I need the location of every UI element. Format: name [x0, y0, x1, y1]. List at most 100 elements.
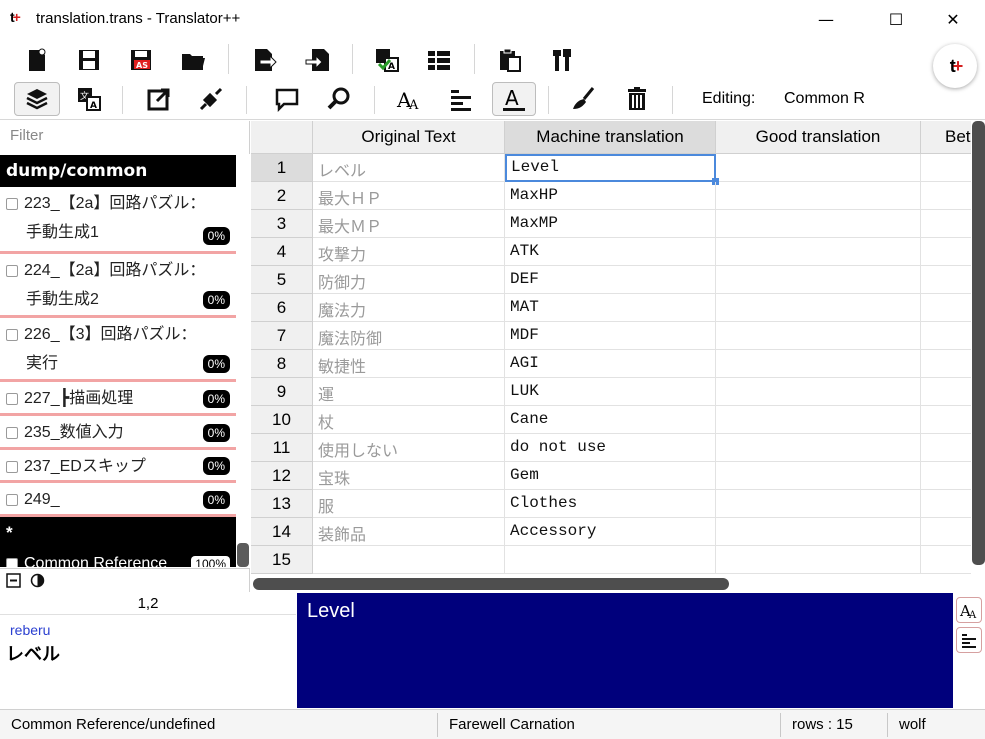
column-header-better[interactable]: Bet: [921, 121, 971, 154]
cell-machine-translation[interactable]: [505, 546, 716, 574]
text-color-icon[interactable]: A: [492, 82, 536, 116]
collapse-icon[interactable]: [6, 573, 21, 591]
row-header[interactable]: 1: [251, 154, 313, 182]
cell-machine-translation[interactable]: MAT: [505, 294, 716, 322]
font-size-icon[interactable]: AA: [956, 597, 982, 623]
cell-better-translation[interactable]: [921, 406, 971, 434]
cell-good-translation[interactable]: [716, 238, 921, 266]
cell-good-translation[interactable]: [716, 378, 921, 406]
cell-good-translation[interactable]: [716, 210, 921, 238]
cell-good-translation[interactable]: [716, 518, 921, 546]
corner-header[interactable]: [251, 121, 313, 154]
cell-good-translation[interactable]: [716, 182, 921, 210]
cell-original-text[interactable]: 使用しない: [313, 434, 505, 462]
cell-machine-translation[interactable]: DEF: [505, 266, 716, 294]
list-item[interactable]: 249_ 0%: [0, 483, 236, 517]
plugin-icon[interactable]: [194, 82, 228, 116]
cell-good-translation[interactable]: [716, 266, 921, 294]
cell-original-text[interactable]: 服: [313, 490, 505, 518]
cell-original-text[interactable]: 杖: [313, 406, 505, 434]
cell-machine-translation[interactable]: Clothes: [505, 490, 716, 518]
clipboard-icon[interactable]: [493, 43, 527, 77]
cell-good-translation[interactable]: [716, 434, 921, 462]
row-header[interactable]: 7: [251, 322, 313, 350]
cell-original-text[interactable]: 防御力: [313, 266, 505, 294]
cell-machine-translation[interactable]: Cane: [505, 406, 716, 434]
cell-machine-translation[interactable]: Gem: [505, 462, 716, 490]
cell-original-text[interactable]: 魔法防御: [313, 322, 505, 350]
item-checkbox[interactable]: [6, 328, 18, 341]
cell-original-text[interactable]: 攻撃力: [313, 238, 505, 266]
item-checkbox[interactable]: [6, 557, 18, 567]
cell-machine-translation[interactable]: MDF: [505, 322, 716, 350]
save-icon[interactable]: [72, 43, 106, 77]
cell-machine-translation[interactable]: Accessory: [505, 518, 716, 546]
cell-original-text[interactable]: 最大ＨＰ: [313, 182, 505, 210]
cell-machine-translation[interactable]: MaxMP: [505, 210, 716, 238]
cell-better-translation[interactable]: [921, 350, 971, 378]
cell-good-translation[interactable]: [716, 154, 921, 182]
cell-machine-translation[interactable]: AGI: [505, 350, 716, 378]
item-checkbox[interactable]: [6, 392, 18, 405]
item-checkbox[interactable]: [6, 264, 18, 277]
list-item[interactable]: 235_数値入力 0%: [0, 416, 236, 450]
align-icon[interactable]: [444, 82, 478, 116]
column-header-good[interactable]: Good translation: [716, 121, 921, 154]
list-view-icon[interactable]: [422, 43, 456, 77]
cell-original-text[interactable]: レベル: [313, 154, 505, 182]
cell-better-translation[interactable]: [921, 154, 971, 182]
cell-better-translation[interactable]: [921, 210, 971, 238]
list-item[interactable]: 227_┣描画処理 0%: [0, 382, 236, 416]
row-header[interactable]: 15: [251, 546, 313, 574]
column-header-machine[interactable]: Machine translation: [505, 121, 716, 154]
cell-good-translation[interactable]: [716, 406, 921, 434]
cell-good-translation[interactable]: [716, 294, 921, 322]
minimize-button[interactable]: —: [803, 0, 849, 38]
import-icon[interactable]: [300, 43, 334, 77]
cell-better-translation[interactable]: [921, 546, 971, 574]
grid-horizontal-scrollbar[interactable]: [251, 575, 971, 592]
cell-better-translation[interactable]: [921, 294, 971, 322]
cell-better-translation[interactable]: [921, 518, 971, 546]
item-checkbox[interactable]: [6, 426, 18, 439]
row-header[interactable]: 2: [251, 182, 313, 210]
cell-good-translation[interactable]: [716, 546, 921, 574]
row-header[interactable]: 9: [251, 378, 313, 406]
cell-better-translation[interactable]: [921, 434, 971, 462]
group-header-dump-common[interactable]: dump/common: [0, 155, 236, 187]
item-checkbox[interactable]: [6, 493, 18, 506]
cell-original-text[interactable]: [313, 546, 505, 574]
row-header[interactable]: 4: [251, 238, 313, 266]
maximize-button[interactable]: ☐: [873, 0, 919, 38]
row-header[interactable]: 3: [251, 210, 313, 238]
cell-original-text[interactable]: 運: [313, 378, 505, 406]
cell-original-text[interactable]: 装飾品: [313, 518, 505, 546]
translation-editor[interactable]: Level: [297, 593, 953, 708]
layers-icon[interactable]: [14, 82, 60, 116]
cell-machine-translation[interactable]: LUK: [505, 378, 716, 406]
cell-good-translation[interactable]: [716, 350, 921, 378]
tools-icon[interactable]: [545, 43, 579, 77]
cell-better-translation[interactable]: [921, 322, 971, 350]
cell-machine-translation[interactable]: MaxHP: [505, 182, 716, 210]
row-header[interactable]: 14: [251, 518, 313, 546]
comment-icon[interactable]: [270, 82, 304, 116]
align-icon[interactable]: [956, 627, 982, 653]
row-header[interactable]: 13: [251, 490, 313, 518]
edit-external-icon[interactable]: [142, 82, 176, 116]
filter-input[interactable]: Filter: [0, 121, 250, 154]
cell-better-translation[interactable]: [921, 462, 971, 490]
cell-machine-translation[interactable]: ATK: [505, 238, 716, 266]
font-size-icon[interactable]: AA: [392, 82, 426, 116]
column-header-original[interactable]: Original Text: [313, 121, 505, 154]
cell-machine-translation[interactable]: Level: [505, 154, 716, 182]
cell-better-translation[interactable]: [921, 490, 971, 518]
list-item[interactable]: 226_【3】回路パズル： 実行 0%: [0, 318, 236, 382]
open-folder-icon[interactable]: [176, 43, 210, 77]
cell-good-translation[interactable]: [716, 462, 921, 490]
brush-icon[interactable]: [566, 82, 600, 116]
cell-better-translation[interactable]: [921, 238, 971, 266]
close-button[interactable]: ✕: [930, 0, 976, 38]
save-as-icon[interactable]: AS: [124, 43, 158, 77]
trash-icon[interactable]: [620, 82, 654, 116]
